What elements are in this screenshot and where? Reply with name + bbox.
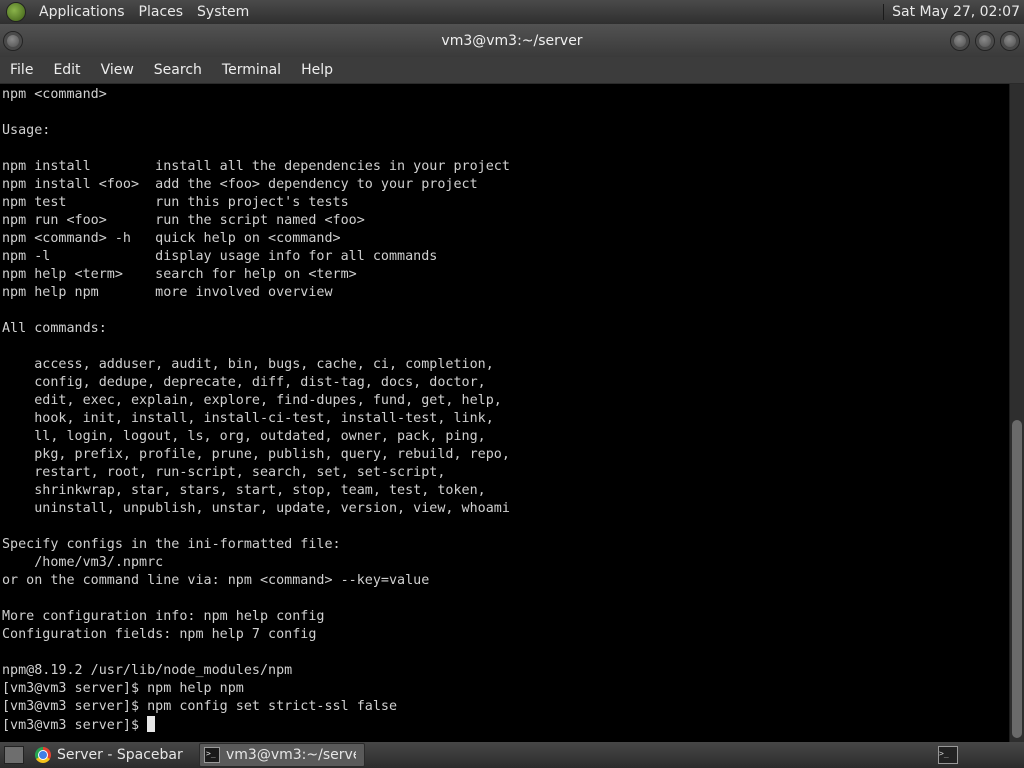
top-panel: Applications Places System Sat May 27, 0… <box>0 0 1024 24</box>
window-titlebar[interactable]: vm3@vm3:~/server <box>0 24 1024 57</box>
menu-view[interactable]: View <box>91 62 144 78</box>
panel-menu-applications[interactable]: Applications <box>32 4 132 20</box>
terminal-line: npm help <term> search for help on <term… <box>2 267 357 282</box>
window-menu-icon[interactable] <box>3 31 23 51</box>
window-title: vm3@vm3:~/server <box>441 32 583 49</box>
terminal-icon: >_ <box>204 747 220 763</box>
terminal-line: access, adduser, audit, bin, bugs, cache… <box>2 357 494 372</box>
chrome-icon <box>35 747 51 763</box>
terminal-line: edit, exec, explain, explore, find-dupes… <box>2 393 502 408</box>
maximize-button[interactable] <box>975 31 995 51</box>
terminal-line: Usage: <box>2 123 51 138</box>
terminal-line: config, dedupe, deprecate, diff, dist-ta… <box>2 375 486 390</box>
terminal-scrollbar[interactable] <box>1009 84 1024 742</box>
terminal-line: npm run <foo> run the script named <foo> <box>2 213 365 228</box>
close-button[interactable] <box>1000 31 1020 51</box>
terminal-line: [vm3@vm3 server]$ npm help npm <box>2 681 244 696</box>
terminal-line: npm@8.19.2 /usr/lib/node_modules/npm <box>2 663 293 678</box>
menu-search[interactable]: Search <box>144 62 212 78</box>
terminal-line: All commands: <box>2 321 107 336</box>
task-browser[interactable]: Server - Spacebar D... <box>30 743 196 767</box>
terminal-line: pkg, prefix, profile, prune, publish, qu… <box>2 447 510 462</box>
terminal-line: ll, login, logout, ls, org, outdated, ow… <box>2 429 486 444</box>
menu-file[interactable]: File <box>0 62 43 78</box>
terminal-menubar: File Edit View Search Terminal Help <box>0 57 1024 84</box>
menu-help[interactable]: Help <box>291 62 343 78</box>
show-desktop-icon[interactable] <box>4 746 24 764</box>
terminal-line: npm install install all the dependencies… <box>2 159 510 174</box>
panel-menu-places[interactable]: Places <box>132 4 191 20</box>
task-browser-label: Server - Spacebar D... <box>57 747 187 763</box>
terminal-line: npm install <foo> add the <foo> dependen… <box>2 177 478 192</box>
terminal-line: shrinkwrap, star, stars, start, stop, te… <box>2 483 486 498</box>
task-terminal-label: vm3@vm3:~/server <box>226 747 356 763</box>
terminal-line: restart, root, run-script, search, set, … <box>2 465 446 480</box>
terminal-line: npm <command> <box>2 87 107 102</box>
menu-edit[interactable]: Edit <box>43 62 90 78</box>
bottom-taskbar: Server - Spacebar D... >_ vm3@vm3:~/serv… <box>0 742 1024 768</box>
terminal-line: npm <command> -h quick help on <command> <box>2 231 341 246</box>
distro-logo-icon[interactable] <box>6 2 26 22</box>
task-terminal[interactable]: >_ vm3@vm3:~/server <box>199 743 365 767</box>
terminal-line: or on the command line via: npm <command… <box>2 573 430 588</box>
terminal-prompt: [vm3@vm3 server]$ <box>2 718 148 733</box>
tray-terminal-icon[interactable]: >_ <box>938 746 958 764</box>
panel-clock[interactable]: Sat May 27, 02:07 <box>883 4 1020 20</box>
terminal-prompt-line[interactable]: [vm3@vm3 server]$ <box>2 716 510 734</box>
terminal-line: npm test run this project's tests <box>2 195 349 210</box>
terminal-output[interactable]: npm <command> Usage: npm install install a… <box>0 84 1009 742</box>
panel-menu-system[interactable]: System <box>190 4 256 20</box>
terminal-lines: npm <command> Usage: npm install install a… <box>2 86 510 734</box>
scrollbar-thumb[interactable] <box>1012 420 1022 738</box>
terminal-line: /home/vm3/.npmrc <box>2 555 164 570</box>
menu-terminal[interactable]: Terminal <box>212 62 291 78</box>
terminal-line: npm help npm more involved overview <box>2 285 333 300</box>
terminal-line: Specify configs in the ini-formatted fil… <box>2 537 341 552</box>
terminal-line: [vm3@vm3 server]$ npm config set strict-… <box>2 699 398 714</box>
terminal-line: More configuration info: npm help config <box>2 609 325 624</box>
terminal-line: hook, init, install, install-ci-test, in… <box>2 411 494 426</box>
terminal-cursor <box>147 716 156 732</box>
minimize-button[interactable] <box>950 31 970 51</box>
terminal-line: Configuration fields: npm help 7 config <box>2 627 317 642</box>
terminal-line: uninstall, unpublish, unstar, update, ve… <box>2 501 510 516</box>
terminal-line: npm -l display usage info for all comman… <box>2 249 438 264</box>
